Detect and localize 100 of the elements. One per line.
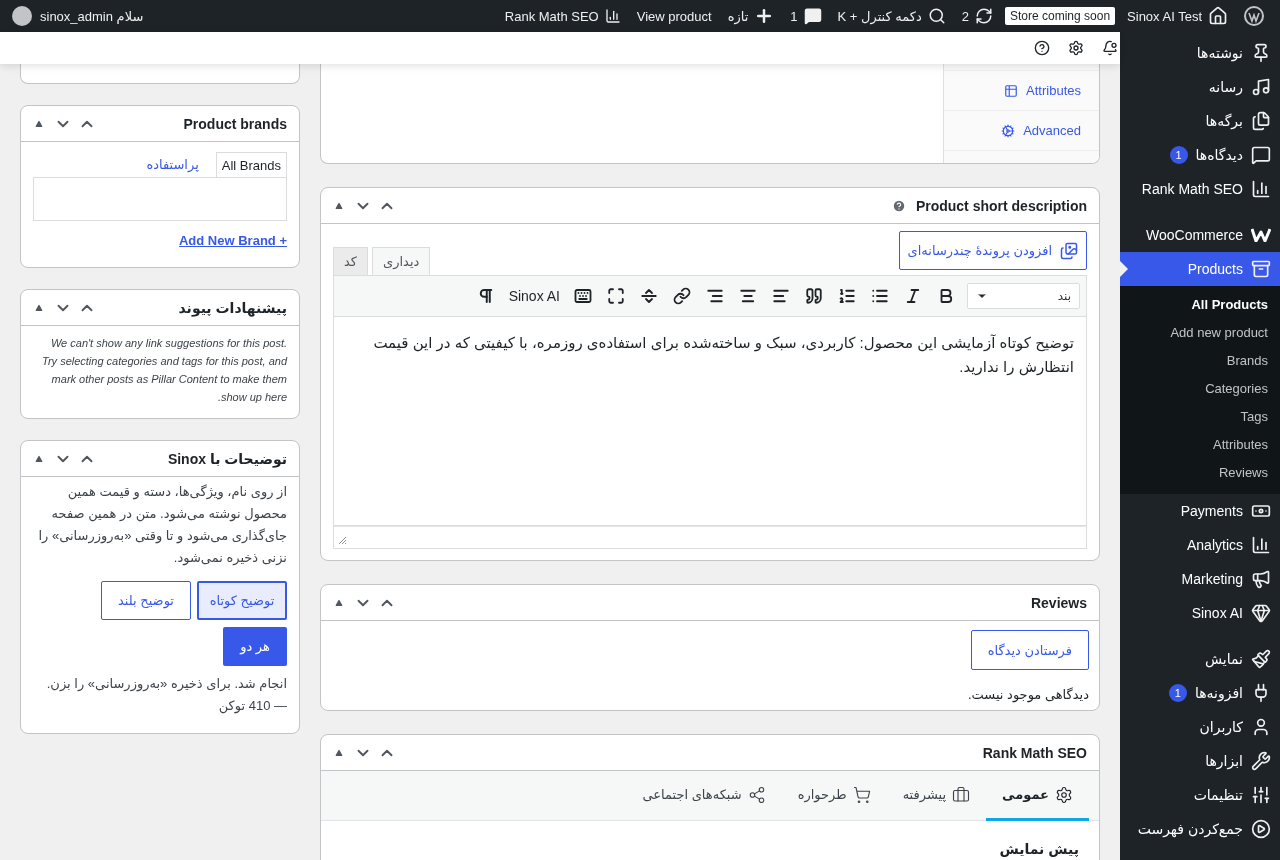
media-icon xyxy=(1060,241,1078,260)
submenu-item[interactable]: Reviews xyxy=(1120,459,1280,487)
avatar xyxy=(12,6,32,26)
store-status-badge[interactable]: Store coming soon xyxy=(1005,7,1116,25)
align-center-icon xyxy=(739,287,757,305)
menu-item[interactable]: تنظیمات xyxy=(1120,778,1280,812)
menu-item[interactable]: Sinox AI xyxy=(1120,596,1280,630)
menu-item[interactable]: کاربران xyxy=(1120,710,1280,744)
comment-icon xyxy=(803,7,822,25)
pages-icon xyxy=(1251,111,1271,131)
numbered-list-icon xyxy=(838,287,856,305)
menu-item[interactable]: Rank Math SEO xyxy=(1120,172,1280,206)
submenu-item[interactable]: All Products xyxy=(1120,291,1280,319)
panel-title: توضیحات با Sinox xyxy=(167,450,287,467)
triangle-icon xyxy=(35,119,43,128)
align-left-icon xyxy=(772,287,790,305)
submenu-item[interactable]: Tags xyxy=(1120,403,1280,431)
seo-tab[interactable]: عمومی xyxy=(986,771,1089,821)
refresh-icon xyxy=(975,7,993,25)
seo-tab[interactable]: طرحواره xyxy=(781,771,887,821)
menu-item[interactable]: Products xyxy=(1120,252,1280,286)
read-more-icon xyxy=(640,287,658,305)
count-badge: 1 xyxy=(1168,684,1187,702)
description-text: توضیح کوتاه آزمایشی این محصول: کاربردی، سبک و ساخته‌شده برای استفاده‌ی روزمره، با کیفیتی که در این قیمت انتظارش را ندارید. xyxy=(373,334,1074,375)
panel-title: Product brands xyxy=(183,115,287,132)
help-button[interactable] xyxy=(1032,38,1052,58)
triangle-icon xyxy=(335,748,343,757)
table-icon xyxy=(1004,83,1019,98)
notifications-button[interactable] xyxy=(1100,38,1120,58)
description-option-button[interactable]: توضیح بلند xyxy=(101,581,191,620)
editor-tab[interactable]: دیداری xyxy=(372,247,431,275)
home-icon xyxy=(1208,6,1228,26)
account-link[interactable]: سلام sinox_admin xyxy=(8,6,148,26)
editor-tab[interactable]: کد xyxy=(333,247,368,275)
search-link[interactable]: دکمه کنترل + K xyxy=(829,0,954,32)
new-content-link[interactable]: تازه xyxy=(719,0,783,32)
cart-icon xyxy=(852,785,871,804)
menu-item[interactable]: نمایش xyxy=(1120,642,1280,676)
diamond-icon xyxy=(1251,603,1271,623)
italic-icon xyxy=(904,287,922,305)
menu-item[interactable]: نوشته‌ها xyxy=(1120,36,1280,70)
format-select[interactable]: بند xyxy=(967,283,1080,309)
menu-item[interactable]: جمع‌کردن فهرست xyxy=(1120,812,1280,846)
comment-icon xyxy=(1251,145,1271,165)
align-right-icon xyxy=(706,287,724,305)
brand-tab[interactable]: All Brands xyxy=(215,152,287,177)
rank-math-link[interactable]: Rank Math SEO xyxy=(496,0,629,32)
panel-title: Reviews xyxy=(1030,594,1087,611)
brand-tab[interactable]: پراستفاده xyxy=(141,152,204,177)
share-icon xyxy=(747,785,766,804)
seo-tab[interactable]: پیشرفته xyxy=(886,771,987,821)
gear-icon xyxy=(1001,123,1016,138)
site-name-link[interactable]: Sinox AI Test xyxy=(1119,0,1236,32)
menu-item[interactable]: ابزارها xyxy=(1120,744,1280,778)
menu-item[interactable]: Payments xyxy=(1120,494,1280,528)
empty-reviews-text: دیدگاهی موجود نیست. xyxy=(967,687,1089,702)
generate-button[interactable]: هر دو xyxy=(223,627,287,666)
chart-icon xyxy=(1251,179,1271,199)
fullscreen-icon xyxy=(607,287,625,305)
triangle-icon xyxy=(35,303,43,312)
submenu-item[interactable]: Categories xyxy=(1120,375,1280,403)
view-product-link[interactable]: View product xyxy=(628,0,720,32)
status-text: انجام شد. برای ذخیره «به‌روزرسانی» را بزن. — 410 توکن xyxy=(45,675,287,716)
sinox-description: از روی نام، ویژگی‌ها، دسته و قیمت همین محصول نوشته می‌شود. متن در همین صفحه جای‌گذاری می‌شود و تا وقتی «به‌روزرسانی» را نزنی ذخیره نمی‌شود. xyxy=(37,483,287,568)
menu-item[interactable]: رسانه xyxy=(1120,70,1280,104)
submenu-item[interactable]: Add new product xyxy=(1120,319,1280,347)
pin-icon xyxy=(1251,43,1271,63)
menu-item[interactable]: برگه‌ها xyxy=(1120,104,1280,138)
editor-content[interactable]: توضیح کوتاه آزمایشی این محصول: کاربردی، سبک و ساخته‌شده برای استفاده‌ی روزمره، با کیفیتی که در این قیمت انتظارش را ندارید. xyxy=(333,317,1087,526)
comments-link[interactable]: 1 xyxy=(782,0,830,32)
submenu-item[interactable]: Attributes xyxy=(1120,431,1280,459)
seo-tab[interactable]: شبکه‌های اجتماعی xyxy=(626,771,782,821)
menu-item[interactable]: Analytics xyxy=(1120,528,1280,562)
menu-item[interactable]: WooCommerce xyxy=(1120,218,1280,252)
keyboard-icon xyxy=(574,287,592,305)
quote-icon xyxy=(805,287,823,305)
updates-link[interactable]: 2 xyxy=(953,0,1001,32)
settings-button[interactable] xyxy=(1066,38,1086,58)
add-brand-link[interactable]: + Add New Brand xyxy=(179,233,287,248)
w-logo-icon xyxy=(1251,228,1271,242)
triangle-icon xyxy=(335,201,343,210)
help-icon[interactable] xyxy=(891,198,906,213)
triangle-icon xyxy=(335,598,343,607)
search-icon xyxy=(927,7,946,25)
gear-icon xyxy=(1055,785,1073,804)
submenu-item[interactable]: Brands xyxy=(1120,347,1280,375)
bell-icon xyxy=(1102,40,1118,56)
product-data-tab[interactable]: Attributes xyxy=(944,70,1099,111)
sinox-ai-button[interactable]: Sinox AI xyxy=(506,288,562,304)
resize-grip-icon[interactable] xyxy=(337,535,347,545)
product-data-tab[interactable]: Advanced xyxy=(944,110,1099,151)
suggestions-message: We can't show any link suggestions for this post. Try selecting categories and tags for this post, and mark other posts as Pillar Content to make them show up here. xyxy=(41,336,289,405)
panel-title: Product short description xyxy=(915,197,1087,214)
add-media-button[interactable]: افزودن پروندهٔ چندرسانه‌ای xyxy=(898,231,1087,270)
bullet-list-icon xyxy=(871,287,889,305)
menu-item[interactable]: Marketing xyxy=(1120,562,1280,596)
triangle-icon xyxy=(35,454,43,463)
description-option-button[interactable]: توضیح کوتاه xyxy=(197,581,287,620)
wrench-icon xyxy=(1251,751,1271,771)
add-review-button[interactable]: فرستادن دیدگاه xyxy=(970,630,1089,670)
